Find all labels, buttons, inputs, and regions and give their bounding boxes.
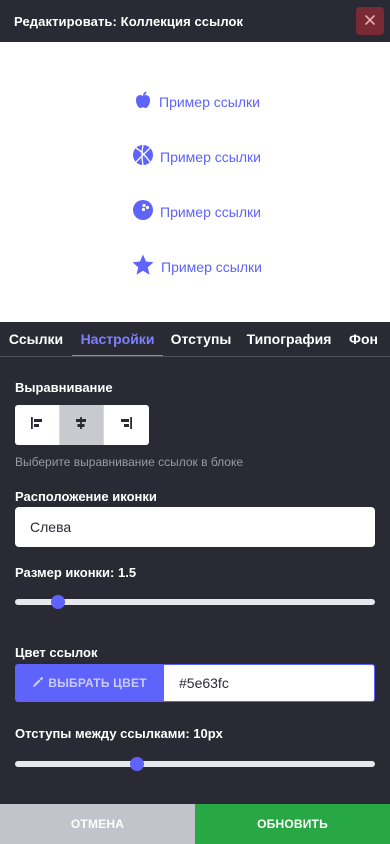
link-spacing-slider[interactable] — [15, 757, 375, 771]
link-spacing-slider-thumb[interactable] — [130, 757, 145, 771]
icon-position-label: Расположение иконки — [15, 489, 157, 504]
alignment-label: Выравнивание — [15, 380, 113, 395]
link-color-label: Цвет ссылок — [15, 645, 98, 660]
bowling-ball-icon — [132, 199, 160, 224]
icon-size-label: Размер иконки: 1.5 — [15, 565, 137, 580]
close-icon — [365, 12, 375, 30]
icon-size-slider[interactable] — [15, 595, 375, 609]
basketball-icon — [132, 144, 160, 169]
align-left-icon — [30, 416, 44, 435]
alignment-button-group — [15, 405, 149, 445]
settings-tabs: Ссылки Настройки Отступы Типография Фон — [0, 322, 390, 357]
modal-title: Редактировать: Коллекция ссылок — [14, 13, 244, 29]
alignment-hint: Выберите выравнивание ссылок в блоке — [15, 455, 244, 469]
modal-header: Редактировать: Коллекция ссылок — [0, 0, 390, 42]
preview-link-4[interactable]: Пример ссылки — [131, 253, 262, 280]
cancel-button[interactable]: ОТМЕНА — [0, 804, 195, 844]
preview-link-label: Пример ссылки — [161, 258, 262, 275]
update-button[interactable]: ОБНОВИТЬ — [195, 804, 390, 844]
preview-link-label: Пример ссылки — [160, 203, 261, 220]
preview-link-label: Пример ссылки — [159, 93, 260, 110]
link-spacing-label: Отступы между ссылками: 10px — [15, 726, 223, 741]
tab-links[interactable]: Ссылки — [0, 322, 72, 356]
color-hex-input[interactable]: #5e63fc — [164, 664, 375, 702]
tab-background[interactable]: Фон — [339, 322, 389, 356]
link-collection-preview: Пример ссылки Пример ссылки Пример ссылк… — [0, 42, 390, 322]
icon-position-select[interactable]: Слева — [15, 507, 375, 547]
pick-color-label: ВЫБРАТЬ ЦВЕТ — [48, 676, 147, 690]
modal-footer: ОТМЕНА ОБНОВИТЬ — [0, 804, 390, 844]
preview-link-label: Пример ссылки — [160, 148, 261, 165]
preview-link-1[interactable]: Пример ссылки — [133, 90, 260, 113]
tab-padding[interactable]: Отступы — [163, 322, 239, 356]
tab-settings[interactable]: Настройки — [72, 322, 163, 356]
pick-color-button[interactable]: ВЫБРАТЬ ЦВЕТ — [15, 664, 164, 702]
align-right-icon — [119, 416, 133, 435]
align-center-icon — [74, 416, 88, 435]
apple-icon — [133, 90, 159, 113]
link-color-row: ВЫБРАТЬ ЦВЕТ #5e63fc — [15, 664, 375, 702]
preview-link-2[interactable]: Пример ссылки — [132, 144, 261, 169]
align-center-button[interactable] — [59, 405, 105, 445]
icon-size-slider-thumb[interactable] — [51, 595, 66, 609]
close-button[interactable] — [356, 7, 384, 35]
align-right-button[interactable] — [104, 405, 149, 445]
eyedropper-icon — [32, 676, 48, 691]
star-icon — [131, 253, 161, 280]
preview-link-3[interactable]: Пример ссылки — [132, 199, 261, 224]
tab-typography[interactable]: Типография — [239, 322, 339, 356]
align-left-button[interactable] — [15, 405, 60, 445]
